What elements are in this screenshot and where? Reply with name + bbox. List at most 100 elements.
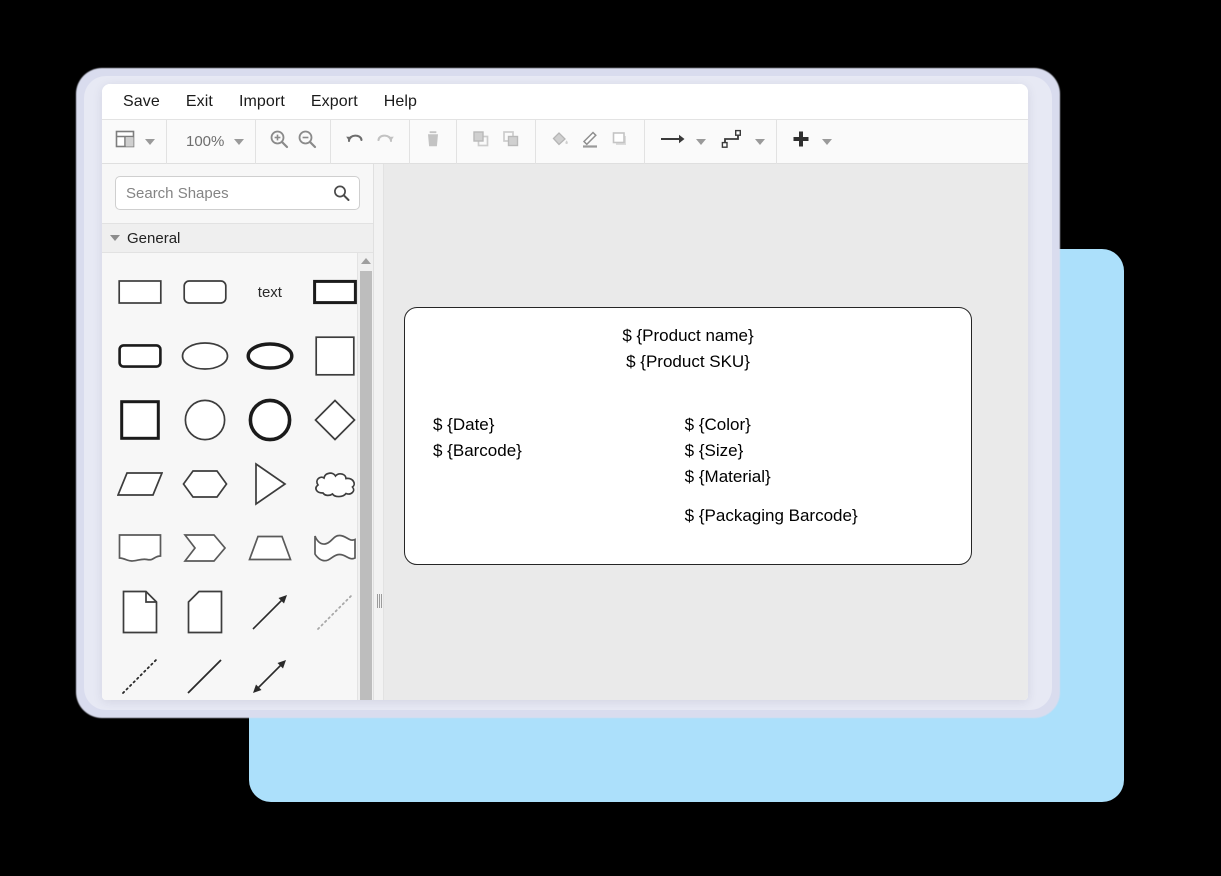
zoom-level-dropdown-caret[interactable]: [234, 138, 245, 145]
zoom-level-label[interactable]: 100%: [176, 133, 228, 150]
toolbar-group-connectors: [645, 119, 778, 164]
shapes-panel-scrollbar[interactable]: [357, 253, 373, 700]
shape-circle[interactable]: [173, 391, 238, 449]
menu-exit[interactable]: Exit: [173, 84, 226, 120]
node-field-packaging-barcode: $ {Packaging Barcode}: [684, 506, 858, 525]
shape-solid-line[interactable]: [173, 647, 238, 700]
arrow-connector-icon: [657, 128, 687, 155]
shadow-icon: [608, 128, 632, 155]
shape-note[interactable]: [108, 583, 173, 641]
shape-document[interactable]: [108, 519, 173, 577]
node-title-line-2: $ {Product SKU}: [626, 352, 750, 371]
redo-button[interactable]: [370, 127, 400, 157]
shape-grid: text: [102, 253, 373, 700]
redo-icon: [373, 128, 397, 155]
edge-style-dropdown-caret[interactable]: [696, 138, 707, 145]
zoom-out-button[interactable]: [293, 127, 321, 157]
undo-button[interactable]: [340, 127, 370, 157]
menu-import[interactable]: Import: [226, 84, 298, 120]
zoom-in-icon: [268, 128, 290, 155]
insert-dropdown-caret[interactable]: [822, 138, 833, 145]
line-color-icon: [578, 128, 602, 155]
shape-thick-ellipse[interactable]: [238, 327, 303, 385]
zoom-in-button[interactable]: [265, 127, 293, 157]
menu-export[interactable]: Export: [298, 84, 371, 120]
scroll-thumb[interactable]: [360, 271, 372, 700]
shadow-button[interactable]: [605, 127, 635, 157]
bring-to-front-button[interactable]: [466, 127, 496, 157]
shape-triangle[interactable]: [238, 455, 303, 513]
shape-grid-wrapper: text: [102, 253, 373, 700]
toolbar-group-arrange: [457, 119, 537, 164]
shape-rounded-thick-rect[interactable]: [108, 327, 173, 385]
waypoint-style-dropdown-caret[interactable]: [755, 138, 766, 145]
shape-dotted-line[interactable]: [108, 647, 173, 700]
trash-icon: [422, 128, 444, 155]
shape-chevron[interactable]: [173, 519, 238, 577]
editor-body: General text: [102, 164, 1028, 700]
node-field-material: $ {Material}: [684, 467, 771, 486]
node-right-column: $ {Color} $ {Size} $ {Material} $ {Packa…: [677, 412, 971, 529]
diagram-editor-window: Save Exit Import Export Help 100% Search…: [102, 84, 1028, 700]
toolbar-group-history: [331, 119, 411, 164]
fill-color-button[interactable]: [545, 127, 575, 157]
node-field-color: $ {Color}: [684, 415, 751, 434]
layout-panels-icon: [114, 128, 136, 155]
shape-trapezoid[interactable]: [238, 519, 303, 577]
menu-save[interactable]: Save: [116, 84, 173, 120]
edge-style-button[interactable]: [654, 127, 690, 157]
panel-splitter[interactable]: [374, 164, 384, 700]
diagram-canvas[interactable]: $ {Product name} $ {Product SKU} $ {Date…: [384, 164, 1028, 700]
line-color-button[interactable]: [575, 127, 605, 157]
shape-hexagon[interactable]: [173, 455, 238, 513]
bring-to-front-icon: [469, 128, 493, 155]
toolbar-group-style: [536, 119, 646, 164]
node-columns: $ {Date} $ {Barcode} $ {Color} $ {Size} …: [405, 412, 971, 529]
toolbar-group-zoom: [256, 119, 332, 164]
shape-parallelogram[interactable]: [108, 455, 173, 513]
search-box[interactable]: [115, 176, 360, 210]
diagram-node-product-label[interactable]: $ {Product name} $ {Product SKU} $ {Date…: [404, 307, 972, 565]
view-layout-button[interactable]: [111, 127, 139, 157]
shape-thick-square[interactable]: [108, 391, 173, 449]
node-title-line-1: $ {Product name}: [622, 326, 754, 345]
shape-rectangle[interactable]: [108, 263, 173, 321]
undo-icon: [343, 128, 367, 155]
shape-double-arrow-line[interactable]: [238, 647, 303, 700]
node-left-column: $ {Date} $ {Barcode}: [405, 412, 677, 529]
plus-icon: [789, 128, 813, 155]
send-to-back-button[interactable]: [496, 127, 526, 157]
menu-bar: Save Exit Import Export Help: [102, 84, 1028, 120]
toolbar-group-delete: [410, 119, 458, 164]
search-input[interactable]: [116, 177, 359, 209]
waypoint-connector-icon: [720, 128, 746, 155]
shape-arrow-line[interactable]: [238, 583, 303, 641]
delete-button[interactable]: [419, 127, 447, 157]
shapes-panel: General text: [102, 164, 374, 700]
shape-text-label: text: [257, 283, 282, 301]
shape-text[interactable]: text: [238, 263, 303, 321]
zoom-out-icon: [296, 128, 318, 155]
search-icon[interactable]: [333, 185, 350, 202]
fill-color-icon: [548, 128, 572, 155]
toolbar-group-zoom-level: 100%: [167, 119, 257, 164]
node-title-block: $ {Product name} $ {Product SKU}: [405, 308, 971, 375]
view-layout-dropdown-caret[interactable]: [145, 138, 155, 145]
shape-ellipse[interactable]: [173, 327, 238, 385]
toolbar-group-view: [102, 119, 167, 164]
menu-help[interactable]: Help: [371, 84, 430, 120]
send-to-back-icon: [499, 128, 523, 155]
toolbar: 100%: [102, 119, 1028, 164]
section-title: General: [127, 229, 181, 247]
shape-card[interactable]: [173, 583, 238, 641]
node-field-date: $ {Date}: [433, 415, 495, 434]
screenshot-stage: Save Exit Import Export Help 100% Search…: [0, 0, 1221, 876]
insert-button[interactable]: [786, 127, 816, 157]
splitter-grip-icon[interactable]: [377, 594, 382, 608]
chevron-down-icon[interactable]: [110, 235, 120, 241]
shape-thick-circle[interactable]: [238, 391, 303, 449]
shape-rounded-rectangle[interactable]: [173, 263, 238, 321]
scroll-up-arrow-icon[interactable]: [361, 258, 371, 264]
waypoint-style-button[interactable]: [717, 127, 749, 157]
section-header-general[interactable]: General: [102, 223, 373, 253]
